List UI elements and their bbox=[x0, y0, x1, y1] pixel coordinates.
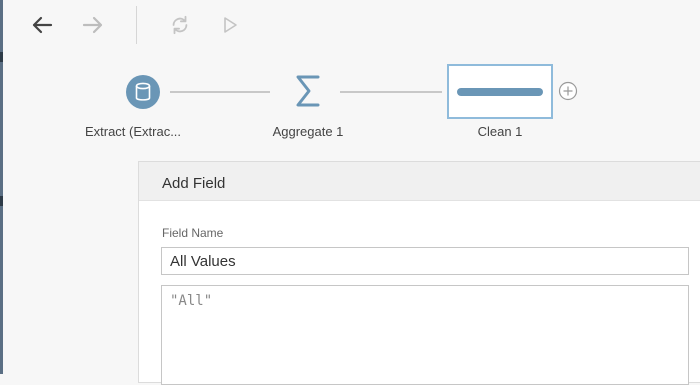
arrow-right-icon bbox=[82, 16, 103, 34]
flow-connector bbox=[170, 91, 270, 93]
flow-canvas: Extract (Extrac... Aggregate 1 Clean 1 bbox=[0, 60, 700, 155]
back-button[interactable] bbox=[27, 10, 57, 40]
clean-node[interactable] bbox=[447, 64, 553, 119]
aggregate-node[interactable] bbox=[288, 70, 328, 112]
formula-text: "All" bbox=[170, 293, 213, 309]
arrow-left-icon bbox=[32, 16, 53, 34]
flow-connector bbox=[340, 91, 442, 93]
refresh-icon bbox=[172, 15, 188, 35]
toolbar bbox=[0, 0, 700, 50]
sigma-icon bbox=[296, 75, 320, 107]
left-edge-bar bbox=[0, 0, 3, 374]
panel-header: Add Field bbox=[139, 162, 700, 201]
plus-circle-icon[interactable] bbox=[558, 81, 578, 101]
clean-node-label: Clean 1 bbox=[477, 124, 523, 139]
aggregate-node-label: Aggregate 1 bbox=[272, 124, 344, 139]
edge-marker bbox=[0, 196, 3, 206]
field-name-input[interactable] bbox=[161, 247, 689, 275]
extract-node-label: Extract (Extrac... bbox=[84, 124, 182, 139]
refresh-button[interactable] bbox=[165, 10, 195, 40]
formula-editor[interactable]: "All" bbox=[161, 285, 689, 385]
database-icon bbox=[135, 82, 151, 101]
forward-button[interactable] bbox=[78, 10, 108, 40]
field-name-label: Field Name bbox=[162, 226, 224, 240]
toolbar-separator bbox=[136, 6, 137, 44]
run-button[interactable] bbox=[215, 10, 245, 40]
clean-step-icon bbox=[457, 88, 543, 96]
extract-node[interactable] bbox=[126, 75, 160, 109]
panel-title: Add Field bbox=[162, 175, 226, 192]
add-field-panel: Add Field Field Name "All" bbox=[138, 161, 700, 385]
play-icon bbox=[224, 17, 237, 33]
